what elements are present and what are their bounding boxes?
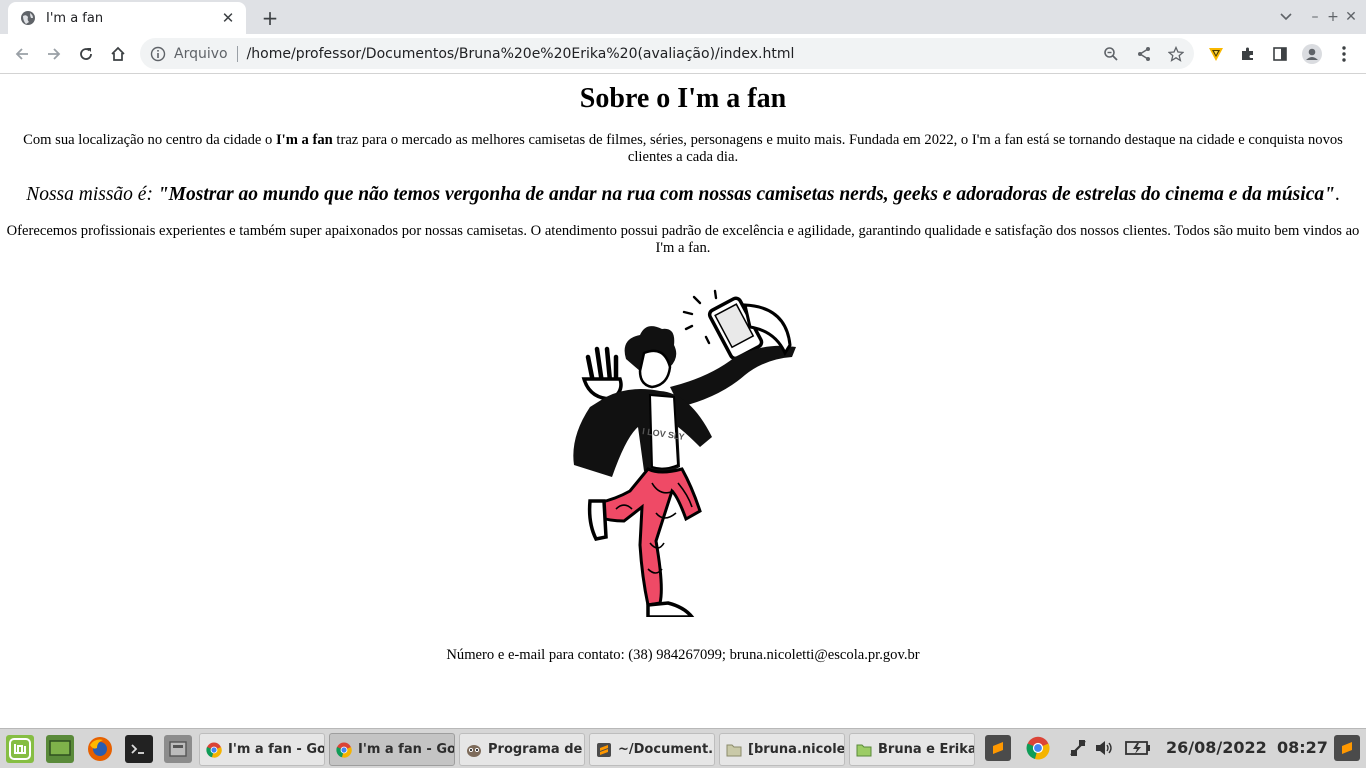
browser-tab[interactable]: I'm a fan ✕	[8, 2, 246, 34]
address-bar[interactable]: Arquivo /home/professor/Documentos/Bruna…	[140, 38, 1194, 69]
task-folder-2[interactable]: Bruna e Erika...	[849, 733, 975, 766]
back-arrow-icon	[15, 48, 28, 60]
fan-selfie-illustration: I LOV SLY	[573, 289, 796, 617]
task-label: I'm a fan - Go...	[228, 742, 324, 757]
url-separator	[236, 45, 238, 62]
back-button[interactable]	[8, 40, 36, 68]
task-chrome-1[interactable]: I'm a fan - Go...	[199, 733, 325, 766]
clock-time[interactable]: 08:27	[1277, 738, 1328, 757]
task-sublime[interactable]: ~/Document...	[589, 733, 715, 766]
share-icon[interactable]	[1134, 44, 1154, 64]
home-button[interactable]	[104, 40, 132, 68]
task-label: I'm a fan - Go...	[358, 742, 454, 757]
home-icon	[111, 46, 125, 61]
profile-avatar-icon[interactable]	[1298, 40, 1326, 68]
network-icon[interactable]	[1065, 735, 1091, 761]
mission-end: .	[1334, 184, 1340, 205]
folder-icon	[856, 744, 872, 756]
volume-icon[interactable]	[1091, 735, 1117, 761]
mission-quote: "Mostrar ao mundo que não temos vergonha…	[157, 184, 1335, 205]
task-label: ~/Document...	[618, 742, 714, 757]
intro-text-start: Com sua localização no centro da cidade …	[23, 132, 276, 148]
task-chrome-2[interactable]: I'm a fan - Go...	[329, 733, 455, 766]
extension-icon[interactable]	[1202, 40, 1230, 68]
menu-kebab-icon[interactable]	[1330, 40, 1358, 68]
contact-info: Número e e-mail para contato: (38) 98426…	[446, 647, 920, 663]
sublime-icon	[597, 742, 611, 757]
intro-text-end: traz para o mercado as melhores camiseta…	[332, 132, 1343, 165]
mint-menu-icon[interactable]	[6, 735, 34, 763]
task-label: [bruna.nicole...	[748, 742, 844, 757]
bookmark-star-icon[interactable]	[1166, 44, 1186, 64]
firefox-icon[interactable]	[86, 735, 114, 763]
mission-label: Nossa missão é:	[26, 184, 158, 205]
close-window-icon[interactable]: ✕	[1342, 8, 1360, 26]
tab-search-icon[interactable]	[1277, 8, 1295, 26]
side-panel-icon[interactable]	[1266, 40, 1294, 68]
web-page: Sobre o I'm a fan Com sua localização no…	[0, 75, 1366, 727]
minimize-icon[interactable]: –	[1306, 8, 1324, 26]
url-scheme: Arquivo	[174, 45, 228, 62]
globe-icon	[21, 11, 35, 25]
tab-title: I'm a fan	[46, 10, 104, 26]
maximize-icon[interactable]: +	[1324, 8, 1342, 26]
reload-icon	[80, 48, 92, 60]
mission-statement: Nossa missão é: "Mostrar ao mundo que nã…	[0, 184, 1366, 206]
taskbar: I'm a fan - Go... I'm a fan - Go... Prog…	[0, 728, 1366, 768]
browser-toolbar: Arquivo /home/professor/Documentos/Bruna…	[0, 34, 1366, 74]
files-icon[interactable]	[164, 735, 192, 763]
extensions-puzzle-icon[interactable]	[1234, 40, 1262, 68]
task-folder-1[interactable]: [bruna.nicole...	[719, 733, 845, 766]
chrome-icon	[336, 742, 352, 758]
info-icon[interactable]	[150, 46, 166, 62]
page-title: Sobre o I'm a fan	[579, 83, 787, 114]
task-gimp[interactable]: Programa de ...	[459, 733, 585, 766]
folder-icon	[726, 744, 742, 756]
terminal-icon[interactable]	[125, 735, 153, 763]
url-text[interactable]: /home/professor/Documentos/Bruna%20e%20E…	[247, 46, 795, 62]
service-paragraph: Oferecemos profissionais experientes e t…	[6, 223, 1360, 256]
forward-button[interactable]	[40, 40, 68, 68]
chrome-tray-icon[interactable]	[1025, 735, 1051, 761]
task-label: Programa de ...	[488, 742, 584, 757]
brand-name: I'm a fan	[276, 132, 333, 148]
close-tab-icon[interactable]: ✕	[218, 8, 238, 28]
zoom-icon[interactable]	[1101, 44, 1121, 64]
task-label: Bruna e Erika...	[878, 742, 974, 757]
sublime-tray-icon[interactable]	[985, 735, 1011, 761]
sublime-notification-icon[interactable]	[1334, 735, 1360, 761]
clock-date[interactable]: 26/08/2022	[1166, 738, 1267, 757]
forward-arrow-icon	[48, 48, 61, 60]
chrome-icon	[206, 742, 222, 758]
reload-button[interactable]	[72, 40, 100, 68]
intro-paragraph: Com sua localização no centro da cidade …	[6, 132, 1360, 166]
tab-strip: I'm a fan ✕ + – + ✕	[0, 0, 1366, 34]
battery-icon[interactable]	[1125, 735, 1151, 761]
new-tab-button[interactable]: +	[258, 6, 282, 30]
show-desktop-icon[interactable]	[46, 735, 74, 763]
gimp-icon	[467, 744, 481, 757]
